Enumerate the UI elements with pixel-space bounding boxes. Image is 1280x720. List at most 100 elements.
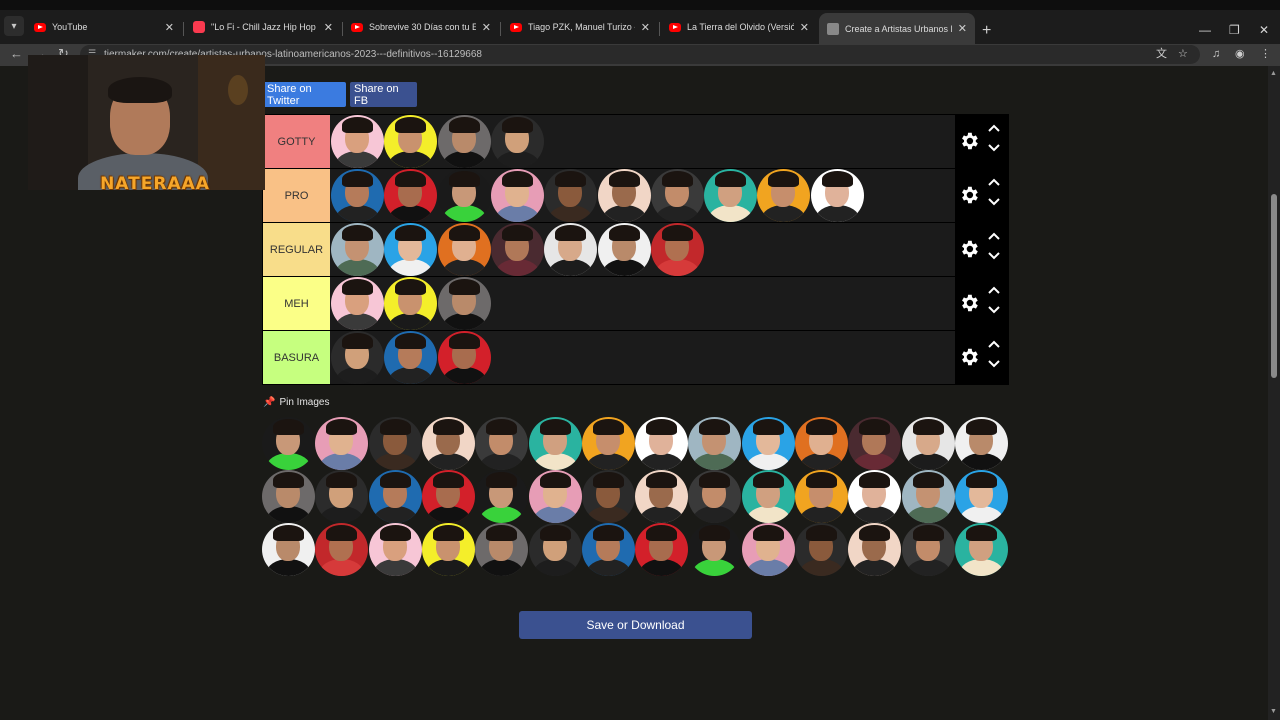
pool-artist-image[interactable]: [901, 417, 955, 470]
save-download-button[interactable]: Save or Download: [519, 611, 752, 639]
minimize-icon[interactable]: —: [1199, 24, 1211, 36]
move-down-icon[interactable]: [987, 197, 1001, 207]
close-icon[interactable]: ✕: [482, 21, 491, 34]
tier-artist-image[interactable]: [437, 223, 491, 276]
tier-artist-image[interactable]: [597, 223, 651, 276]
pool-artist-image[interactable]: [688, 417, 742, 470]
move-up-icon[interactable]: [987, 231, 1001, 241]
pool-artist-image[interactable]: [315, 417, 369, 470]
pool-artist-image[interactable]: [848, 523, 902, 576]
more-menu-icon[interactable]: ⋮: [1260, 47, 1271, 61]
tab-tierra-olvido[interactable]: La Tierra del Olvido (Versión Sa ✕: [661, 13, 817, 41]
tier-label[interactable]: GOTTY: [263, 115, 330, 168]
share-twitter-button[interactable]: Share on Twitter: [263, 82, 346, 107]
gear-icon[interactable]: [958, 130, 980, 152]
restore-icon[interactable]: ❐: [1229, 24, 1240, 36]
tab-youtube[interactable]: YouTube ✕: [26, 13, 182, 41]
tier-artist-image[interactable]: [331, 169, 384, 222]
back-icon[interactable]: ←: [10, 46, 23, 62]
pool-artist-image[interactable]: [421, 417, 475, 470]
tier-label[interactable]: BASURA: [263, 331, 330, 384]
close-icon[interactable]: ✕: [800, 21, 809, 34]
close-icon[interactable]: ✕: [958, 22, 967, 35]
tier-artist-image[interactable]: [331, 223, 384, 276]
pool-artist-image[interactable]: [954, 523, 1008, 576]
pool-artist-image[interactable]: [741, 523, 795, 576]
tab-tiago-pzk[interactable]: Tiago PZK, Manuel Turizo - De ✕: [502, 13, 658, 41]
pool-artist-image[interactable]: [475, 470, 529, 523]
tier-artist-image[interactable]: [437, 277, 491, 330]
tab-tiermaker[interactable]: Create a Artistas Urbanos Latinc ✕: [819, 13, 975, 44]
pool-artist-image[interactable]: [528, 417, 582, 470]
tier-artist-image[interactable]: [544, 223, 598, 276]
pool-artist-image[interactable]: [315, 470, 369, 523]
scroll-up-icon[interactable]: ▲: [1270, 70, 1277, 77]
tab-sobrevive[interactable]: Sobrevive 30 Días con tu Ex en I ✕: [343, 13, 499, 41]
tier-artist-image[interactable]: [650, 223, 704, 276]
move-up-icon[interactable]: [987, 285, 1001, 295]
pool-artist-image[interactable]: [635, 523, 689, 576]
tier-artist-image[interactable]: [704, 169, 758, 222]
pool-artist-image[interactable]: [528, 523, 582, 576]
gear-icon[interactable]: [958, 292, 980, 314]
pool-artist-image[interactable]: [688, 523, 742, 576]
pool-artist-image[interactable]: [901, 470, 955, 523]
close-window-icon[interactable]: ✕: [1259, 24, 1269, 36]
move-down-icon[interactable]: [987, 305, 1001, 315]
pool-artist-image[interactable]: [848, 417, 902, 470]
pool-artist-image[interactable]: [741, 417, 795, 470]
move-up-icon[interactable]: [987, 123, 1001, 133]
pool-artist-image[interactable]: [901, 523, 955, 576]
pool-artist-image[interactable]: [368, 470, 422, 523]
pool-artist-image[interactable]: [954, 470, 1008, 523]
pool-artist-image[interactable]: [315, 523, 369, 576]
pool-artist-image[interactable]: [262, 470, 315, 523]
pool-artist-image[interactable]: [635, 470, 689, 523]
tier-artist-image[interactable]: [331, 331, 384, 384]
bookmark-star-icon[interactable]: ☆: [1178, 47, 1188, 61]
move-up-icon[interactable]: [987, 339, 1001, 349]
pool-artist-image[interactable]: [635, 417, 689, 470]
move-down-icon[interactable]: [987, 251, 1001, 261]
tier-artist-image[interactable]: [384, 331, 438, 384]
media-controls-icon[interactable]: ♫: [1212, 47, 1220, 61]
tier-label[interactable]: PRO: [263, 169, 330, 222]
page-scrollbar[interactable]: ▲ ▼: [1268, 66, 1280, 720]
scroll-down-icon[interactable]: ▼: [1270, 708, 1277, 715]
profile-icon[interactable]: ◉: [1235, 47, 1245, 61]
pool-artist-image[interactable]: [848, 470, 902, 523]
pool-artist-image[interactable]: [795, 470, 848, 523]
pool-artist-image[interactable]: [475, 523, 529, 576]
tier-artist-image[interactable]: [384, 169, 438, 222]
pool-artist-image[interactable]: [421, 523, 475, 576]
pool-artist-image[interactable]: [688, 470, 742, 523]
close-icon[interactable]: ✕: [165, 21, 174, 34]
pool-artist-image[interactable]: [581, 470, 635, 523]
pool-artist-image[interactable]: [795, 417, 848, 470]
close-icon[interactable]: ✕: [641, 21, 650, 34]
pool-artist-image[interactable]: [741, 470, 795, 523]
tier-label[interactable]: MEH: [263, 277, 330, 330]
scroll-thumb[interactable]: [1271, 194, 1277, 378]
tab-search-button[interactable]: ▾: [4, 16, 24, 36]
gear-icon[interactable]: [958, 346, 980, 368]
pool-artist-image[interactable]: [581, 417, 635, 470]
pool-artist-image[interactable]: [368, 417, 422, 470]
tab-lofi[interactable]: "Lo Fi - Chill Jazz Hip Hop Vibe ✕: [185, 13, 341, 41]
pool-artist-image[interactable]: [475, 417, 529, 470]
move-down-icon[interactable]: [987, 359, 1001, 369]
gear-icon[interactable]: [958, 238, 980, 260]
close-icon[interactable]: ✕: [324, 21, 333, 34]
pool-artist-image[interactable]: [368, 523, 422, 576]
pool-artist-image[interactable]: [795, 523, 848, 576]
pool-artist-image[interactable]: [262, 417, 315, 470]
pool-artist-image[interactable]: [262, 523, 315, 576]
tier-artist-image[interactable]: [384, 115, 438, 168]
tier-artist-image[interactable]: [437, 331, 491, 384]
pool-artist-image[interactable]: [528, 470, 582, 523]
pool-artist-image[interactable]: [581, 523, 635, 576]
tier-artist-image[interactable]: [490, 223, 544, 276]
tier-artist-image[interactable]: [437, 115, 491, 168]
tier-artist-image[interactable]: [597, 169, 651, 222]
pool-artist-image[interactable]: [954, 417, 1008, 470]
